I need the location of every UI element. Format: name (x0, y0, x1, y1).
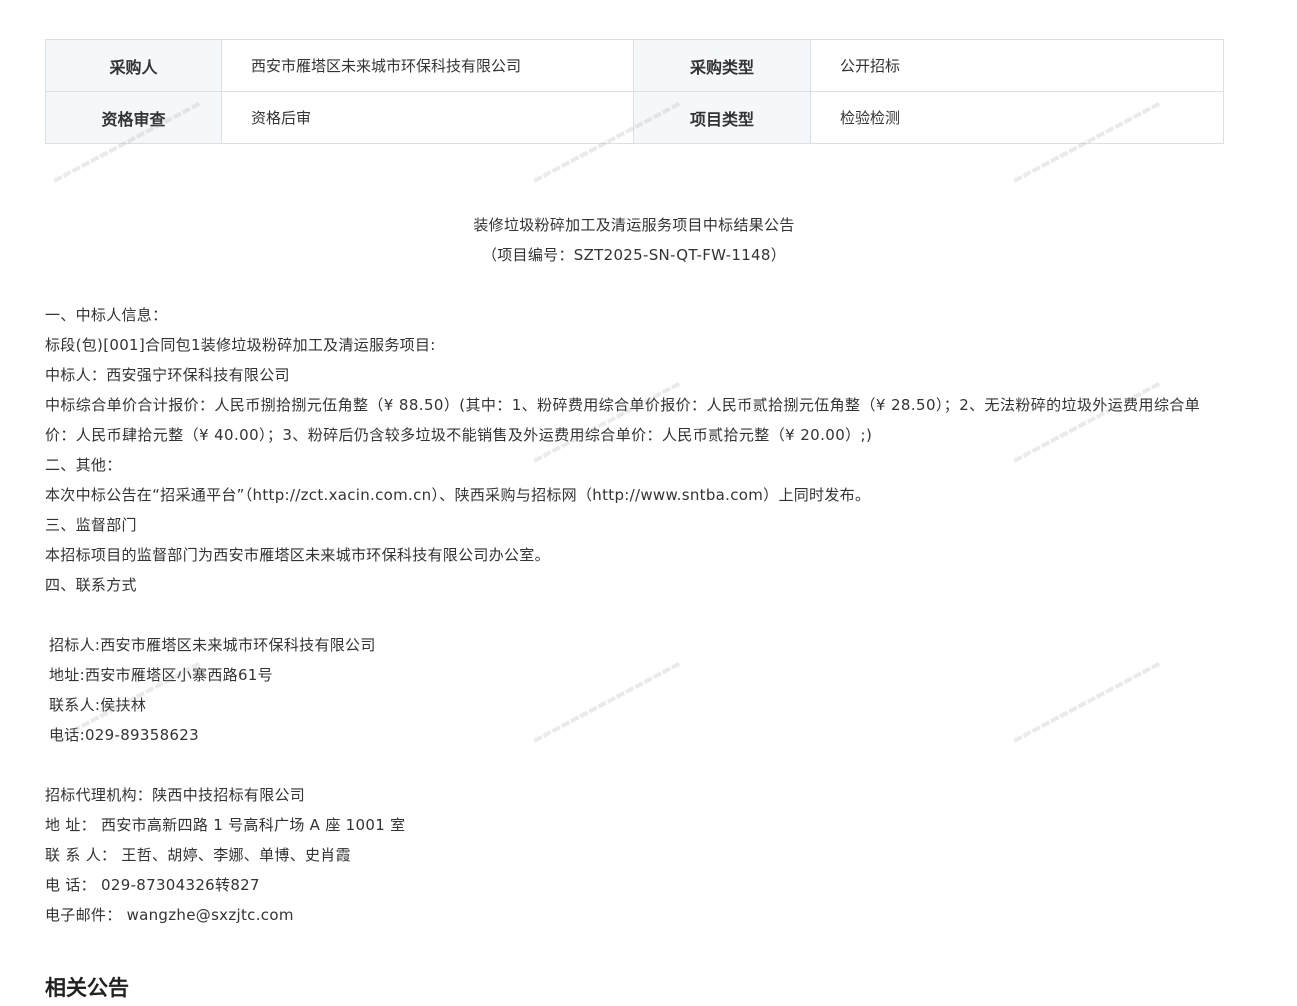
winner-info: 中标人：西安强宁环保科技有限公司 (45, 366, 290, 384)
bid-price-info: 中标综合单价合计报价：人民币捌拾捌元伍角整（¥ 88.50）(其中：1、粉碎费用… (45, 396, 1201, 444)
purchaser-label: 采购人 (45, 39, 222, 92)
notice-body: 装修垃圾粉碎加工及清运服务项目中标结果公告 （项目编号：SZT2025-SN-Q… (45, 210, 1245, 930)
publish-info: 本次中标公告在“招采通平台”（http://zct.xacin.com.cn）、… (45, 486, 871, 504)
purchaser-value: 西安市雁塔区未来城市环保科技有限公司 (221, 39, 634, 92)
section-2-heading: 二、其他： (45, 456, 122, 474)
project-info-table: 采购人 西安市雁塔区未来城市环保科技有限公司 采购类型 公开招标 资格审查 资格… (45, 39, 1224, 144)
tenderer-address: 地址:西安市雁塔区小寨西路61号 (49, 666, 273, 684)
agency-address: 地 址： 西安市高新四路 1 号高科广场 A 座 1001 室 (45, 816, 406, 834)
info-row-1: 采购人 西安市雁塔区未来城市环保科技有限公司 采购类型 公开招标 (45, 39, 1224, 92)
lot-info: 标段(包)[001]合同包1装修垃圾粉碎加工及清运服务项目: (45, 336, 436, 354)
section-3-heading: 三、监督部门 (45, 516, 137, 534)
section-1-heading: 一、中标人信息： (45, 306, 168, 324)
agency-contacts: 联 系 人： 王哲、胡婷、李娜、单博、史肖霞 (45, 846, 351, 864)
qualification-value: 资格后审 (221, 91, 634, 144)
qualification-label: 资格审查 (45, 91, 222, 144)
related-notices-heading: 相关公告 (45, 976, 129, 1000)
project-type-label: 项目类型 (633, 91, 811, 144)
tenderer-phone: 电话:029-89358623 (49, 726, 199, 744)
tenderer-contact: 联系人:侯扶林 (49, 696, 147, 714)
section-4-heading: 四、联系方式 (45, 576, 137, 594)
purchase-type-label: 采购类型 (633, 39, 811, 92)
project-number: （项目编号：SZT2025-SN-QT-FW-1148） (481, 246, 787, 264)
agency-name: 招标代理机构：陕西中技招标有限公司 (45, 786, 306, 804)
tenderer-name: 招标人:西安市雁塔区未来城市环保科技有限公司 (49, 636, 376, 654)
agency-email: 电子邮件： wangzhe@sxzjtc.com (45, 906, 294, 924)
supervision-info: 本招标项目的监督部门为西安市雁塔区未来城市环保科技有限公司办公室。 (45, 546, 550, 564)
agency-phone: 电 话： 029-87304326转827 (45, 876, 260, 894)
notice-title: 装修垃圾粉碎加工及清运服务项目中标结果公告 (473, 216, 795, 234)
project-type-value: 检验检测 (810, 91, 1224, 144)
purchase-type-value: 公开招标 (810, 39, 1224, 92)
info-row-2: 资格审查 资格后审 项目类型 检验检测 (45, 91, 1224, 144)
